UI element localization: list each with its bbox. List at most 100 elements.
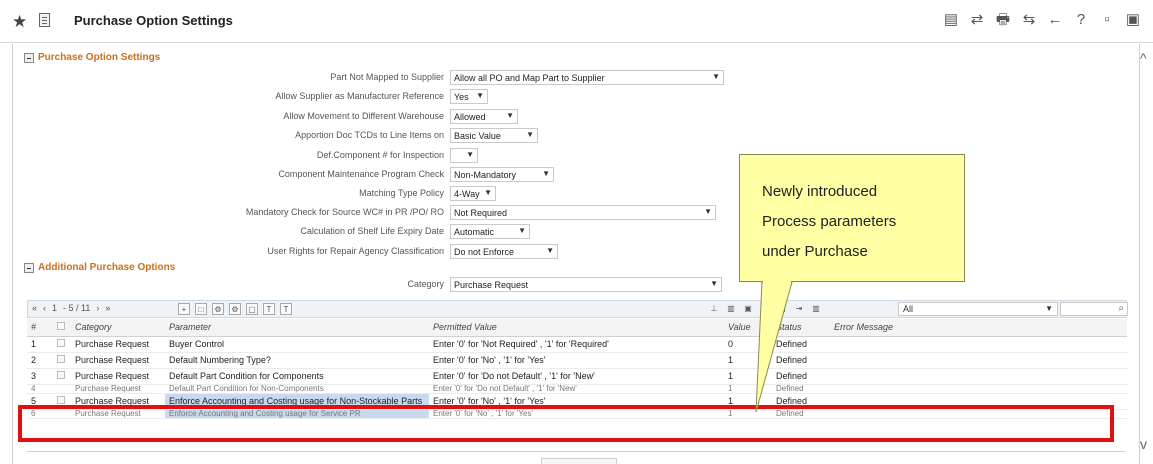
sort-icon[interactable]: ⇥ xyxy=(793,303,805,315)
col-header-permitted[interactable]: Permitted Value xyxy=(429,319,724,337)
row-checkbox[interactable] xyxy=(57,355,65,363)
page-current[interactable]: 1 xyxy=(52,303,57,313)
row-parameter[interactable]: Buyer Control xyxy=(165,336,429,353)
row-value[interactable]: 1 xyxy=(724,384,772,394)
filter-icon[interactable]: T xyxy=(263,303,275,315)
col-header-status[interactable]: Status xyxy=(772,319,830,337)
row-parameter[interactable]: Default Part Condition for Non-Component… xyxy=(165,384,429,394)
setting-select[interactable]: Not Required ▼ xyxy=(450,205,716,220)
category-label: Category xyxy=(407,279,444,289)
view-icon[interactable]: ▢ xyxy=(246,303,258,315)
row-value[interactable]: 1 xyxy=(724,393,772,410)
collapse-icon[interactable] xyxy=(24,52,34,63)
select-all-checkbox[interactable] xyxy=(57,322,65,331)
setting-select[interactable]: Basic Value ▼ xyxy=(450,128,538,143)
table-row[interactable]: 1 Purchase Request Buyer Control Enter '… xyxy=(27,336,1127,353)
next-page-icon[interactable]: › xyxy=(96,303,99,313)
row-parameter[interactable]: Default Numbering Type? xyxy=(165,352,429,369)
row-category[interactable]: Purchase Request xyxy=(71,393,165,410)
setting-select[interactable]: Non-Mandatory ▼ xyxy=(450,167,554,182)
row-select[interactable] xyxy=(53,393,71,410)
col-header-parameter[interactable]: Parameter xyxy=(165,319,429,337)
setting-select[interactable]: Allow all PO and Map Part to Supplier ▼ xyxy=(450,70,724,85)
row-select[interactable] xyxy=(53,352,71,369)
grid-filter-select[interactable]: All ▼ xyxy=(898,302,1058,316)
excel-icon[interactable]: ✕ xyxy=(759,303,771,315)
settings-icon[interactable]: ⚙ xyxy=(212,303,224,315)
setting-select[interactable]: Do not Enforce ▼ xyxy=(450,244,558,259)
vertical-scrollbar[interactable]: ^ v xyxy=(1138,50,1152,460)
table-row[interactable]: 2 Purchase Request Default Numbering Typ… xyxy=(27,352,1127,369)
report-icon[interactable]: ▤ xyxy=(776,303,788,315)
col-header-value[interactable]: Value xyxy=(724,319,772,337)
row-category[interactable]: Purchase Request xyxy=(71,336,165,353)
row-permitted[interactable]: Enter '0' for 'No' , '1' for 'Yes' xyxy=(429,352,724,369)
row-select[interactable] xyxy=(53,336,71,353)
bar-chart-icon[interactable]: ▥ xyxy=(725,303,737,315)
row-category[interactable]: Purchase Request xyxy=(71,409,165,419)
last-page-icon[interactable]: » xyxy=(105,303,110,313)
col-header-error[interactable]: Error Message xyxy=(830,319,1127,337)
row-parameter[interactable]: Default Part Condition for Components xyxy=(165,368,429,385)
row-checkbox[interactable] xyxy=(57,396,65,404)
clear-filter-icon[interactable]: T xyxy=(280,303,292,315)
col-header-category[interactable]: Category xyxy=(71,319,165,337)
setting-select[interactable]: ▼ xyxy=(450,148,478,163)
row-permitted[interactable]: Enter '0' for 'Do not Default' , '1' for… xyxy=(429,384,724,394)
row-category[interactable]: Purchase Request xyxy=(71,384,165,394)
shuffle-icon[interactable]: ⇄ xyxy=(969,11,985,29)
column-icon[interactable]: ▥ xyxy=(810,303,822,315)
row-category[interactable]: Purchase Request xyxy=(71,352,165,369)
grid-view-icon[interactable]: ▤ xyxy=(943,11,959,29)
close-window-icon[interactable]: ▣ xyxy=(1125,11,1141,29)
help-icon[interactable]: ? xyxy=(1073,11,1089,29)
col-header-select[interactable] xyxy=(53,319,71,337)
star-icon[interactable]: ★ xyxy=(12,12,27,32)
scroll-up-icon[interactable]: ^ xyxy=(1140,50,1147,66)
row-value[interactable]: 1 xyxy=(724,409,772,419)
first-page-icon[interactable]: « xyxy=(32,303,37,313)
print-icon[interactable]: 🖶 xyxy=(995,11,1011,29)
row-parameter[interactable]: Enforce Accounting and Costing usage for… xyxy=(165,409,429,419)
section-additional-options[interactable]: Additional Purchase Options xyxy=(24,262,175,273)
setting-select[interactable]: 4-Way ▼ xyxy=(450,186,496,201)
row-permitted[interactable]: Enter '0' for 'No' , '1' for 'Yes' xyxy=(429,393,724,410)
table-row[interactable]: 3 Purchase Request Default Part Conditio… xyxy=(27,368,1127,385)
col-header-num[interactable]: # xyxy=(27,319,53,337)
section-purchase-options[interactable]: Purchase Option Settings xyxy=(24,52,160,63)
grid-search-input[interactable]: ⌕ xyxy=(1060,302,1128,316)
minimize-icon[interactable]: ▫ xyxy=(1099,11,1115,29)
setting-select[interactable]: Yes ▼ xyxy=(450,89,488,104)
scroll-down-icon[interactable]: v xyxy=(1140,436,1147,452)
category-select[interactable]: Purchase Request ▼ xyxy=(450,277,722,292)
row-value[interactable]: 0 xyxy=(724,336,772,353)
back-icon[interactable]: ← xyxy=(1047,11,1063,29)
prev-page-icon[interactable]: ‹ xyxy=(43,303,46,313)
row-value[interactable]: 1 xyxy=(724,368,772,385)
row-checkbox[interactable] xyxy=(57,371,65,379)
row-checkbox[interactable] xyxy=(57,339,65,347)
collapse-icon[interactable] xyxy=(24,262,34,273)
row-parameter[interactable]: Enforce Accounting and Costing usage for… xyxy=(165,393,429,410)
table-row[interactable]: 5 Purchase Request Enforce Accounting an… xyxy=(27,393,1127,410)
bottom-tab[interactable] xyxy=(541,458,617,464)
swap-icon[interactable]: ⇆ xyxy=(1021,11,1037,29)
setting-select[interactable]: Allowed ▼ xyxy=(450,109,518,124)
row-permitted[interactable]: Enter '0' for 'Not Required' , '1' for '… xyxy=(429,336,724,353)
row-category[interactable]: Purchase Request xyxy=(71,368,165,385)
copy-row-icon[interactable]: □ xyxy=(195,303,207,315)
setting-select[interactable]: Automatic ▼ xyxy=(450,224,530,239)
add-row-icon[interactable]: + xyxy=(178,303,190,315)
delete-icon[interactable]: ▣ xyxy=(742,303,754,315)
row-select[interactable] xyxy=(53,384,71,394)
row-permitted[interactable]: Enter '0' for 'No' , '1' for 'Yes' xyxy=(429,409,724,419)
search-icon[interactable]: ⌕ xyxy=(1118,303,1124,314)
config-icon[interactable]: ⚙ xyxy=(229,303,241,315)
table-row[interactable]: 6 Purchase Request Enforce Accounting an… xyxy=(27,409,1127,419)
row-select[interactable] xyxy=(53,409,71,419)
chart-icon[interactable]: ⊥ xyxy=(708,303,720,315)
row-select[interactable] xyxy=(53,368,71,385)
table-row[interactable]: 4 Purchase Request Default Part Conditio… xyxy=(27,384,1127,394)
row-value[interactable]: 1 xyxy=(724,352,772,369)
row-permitted[interactable]: Enter '0' for 'Do not Default' , '1' for… xyxy=(429,368,724,385)
